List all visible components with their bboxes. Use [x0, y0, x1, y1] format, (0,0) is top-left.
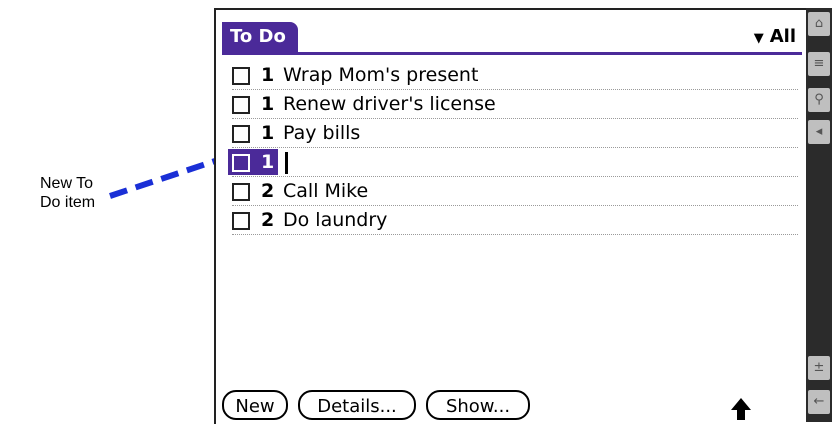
todo-priority[interactable]: 1: [261, 92, 274, 116]
todo-row[interactable]: 1 Pay bills: [232, 119, 798, 148]
todo-priority[interactable]: 2: [261, 179, 274, 203]
details-button[interactable]: Details...: [298, 390, 416, 420]
todo-priority[interactable]: 1: [261, 121, 274, 145]
back-icon[interactable]: ←: [808, 390, 830, 414]
new-button[interactable]: New: [222, 390, 288, 420]
todo-checkbox[interactable]: [232, 212, 250, 230]
todo-row[interactable]: 1 Wrap Mom's present: [232, 61, 798, 90]
todo-priority[interactable]: 2: [261, 208, 274, 232]
todo-priority[interactable]: 1: [261, 150, 274, 174]
todo-text[interactable]: Renew driver's license: [283, 92, 496, 116]
todo-screen: To Do ▼ All 1 Wrap Mom's present 1 Renew …: [214, 8, 808, 424]
app-title[interactable]: To Do: [222, 22, 298, 52]
todo-checkbox[interactable]: [232, 96, 250, 114]
todo-text[interactable]: Call Mike: [283, 179, 368, 203]
todo-checkbox[interactable]: [232, 67, 250, 85]
category-picker[interactable]: ▼ All: [754, 24, 796, 52]
menu-icon[interactable]: ≡: [808, 52, 830, 76]
todo-text[interactable]: Wrap Mom's present: [283, 63, 478, 87]
todo-row[interactable]: 1 Renew driver's license: [232, 90, 798, 119]
silkscreen-strip: ⌂ ≡ ⚲ ◂ ± ←: [806, 8, 832, 422]
find-icon[interactable]: ⚲: [808, 88, 830, 112]
calc-icon[interactable]: ±: [808, 356, 830, 380]
todo-priority[interactable]: 1: [261, 63, 274, 87]
title-bar: To Do ▼ All: [222, 22, 802, 55]
todo-checkbox[interactable]: [232, 125, 250, 143]
text-cursor: [285, 152, 288, 174]
speaker-icon[interactable]: ◂: [808, 120, 830, 144]
todo-checkbox[interactable]: [232, 154, 250, 172]
show-button[interactable]: Show...: [426, 390, 530, 420]
todo-row-new[interactable]: 1: [228, 148, 798, 177]
todo-row[interactable]: 2 Call Mike: [232, 177, 798, 206]
todo-row[interactable]: 2 Do laundry: [232, 206, 798, 235]
todo-text[interactable]: Pay bills: [283, 121, 360, 145]
home-icon[interactable]: ⌂: [808, 12, 830, 36]
triangle-down-icon: ▼: [753, 31, 764, 46]
category-label: All: [769, 26, 796, 47]
todo-checkbox[interactable]: [232, 183, 250, 201]
todo-list: 1 Wrap Mom's present 1 Renew driver's li…: [228, 61, 798, 235]
scroll-up-arrow-icon[interactable]: [730, 396, 752, 422]
todo-text[interactable]: Do laundry: [283, 208, 387, 232]
